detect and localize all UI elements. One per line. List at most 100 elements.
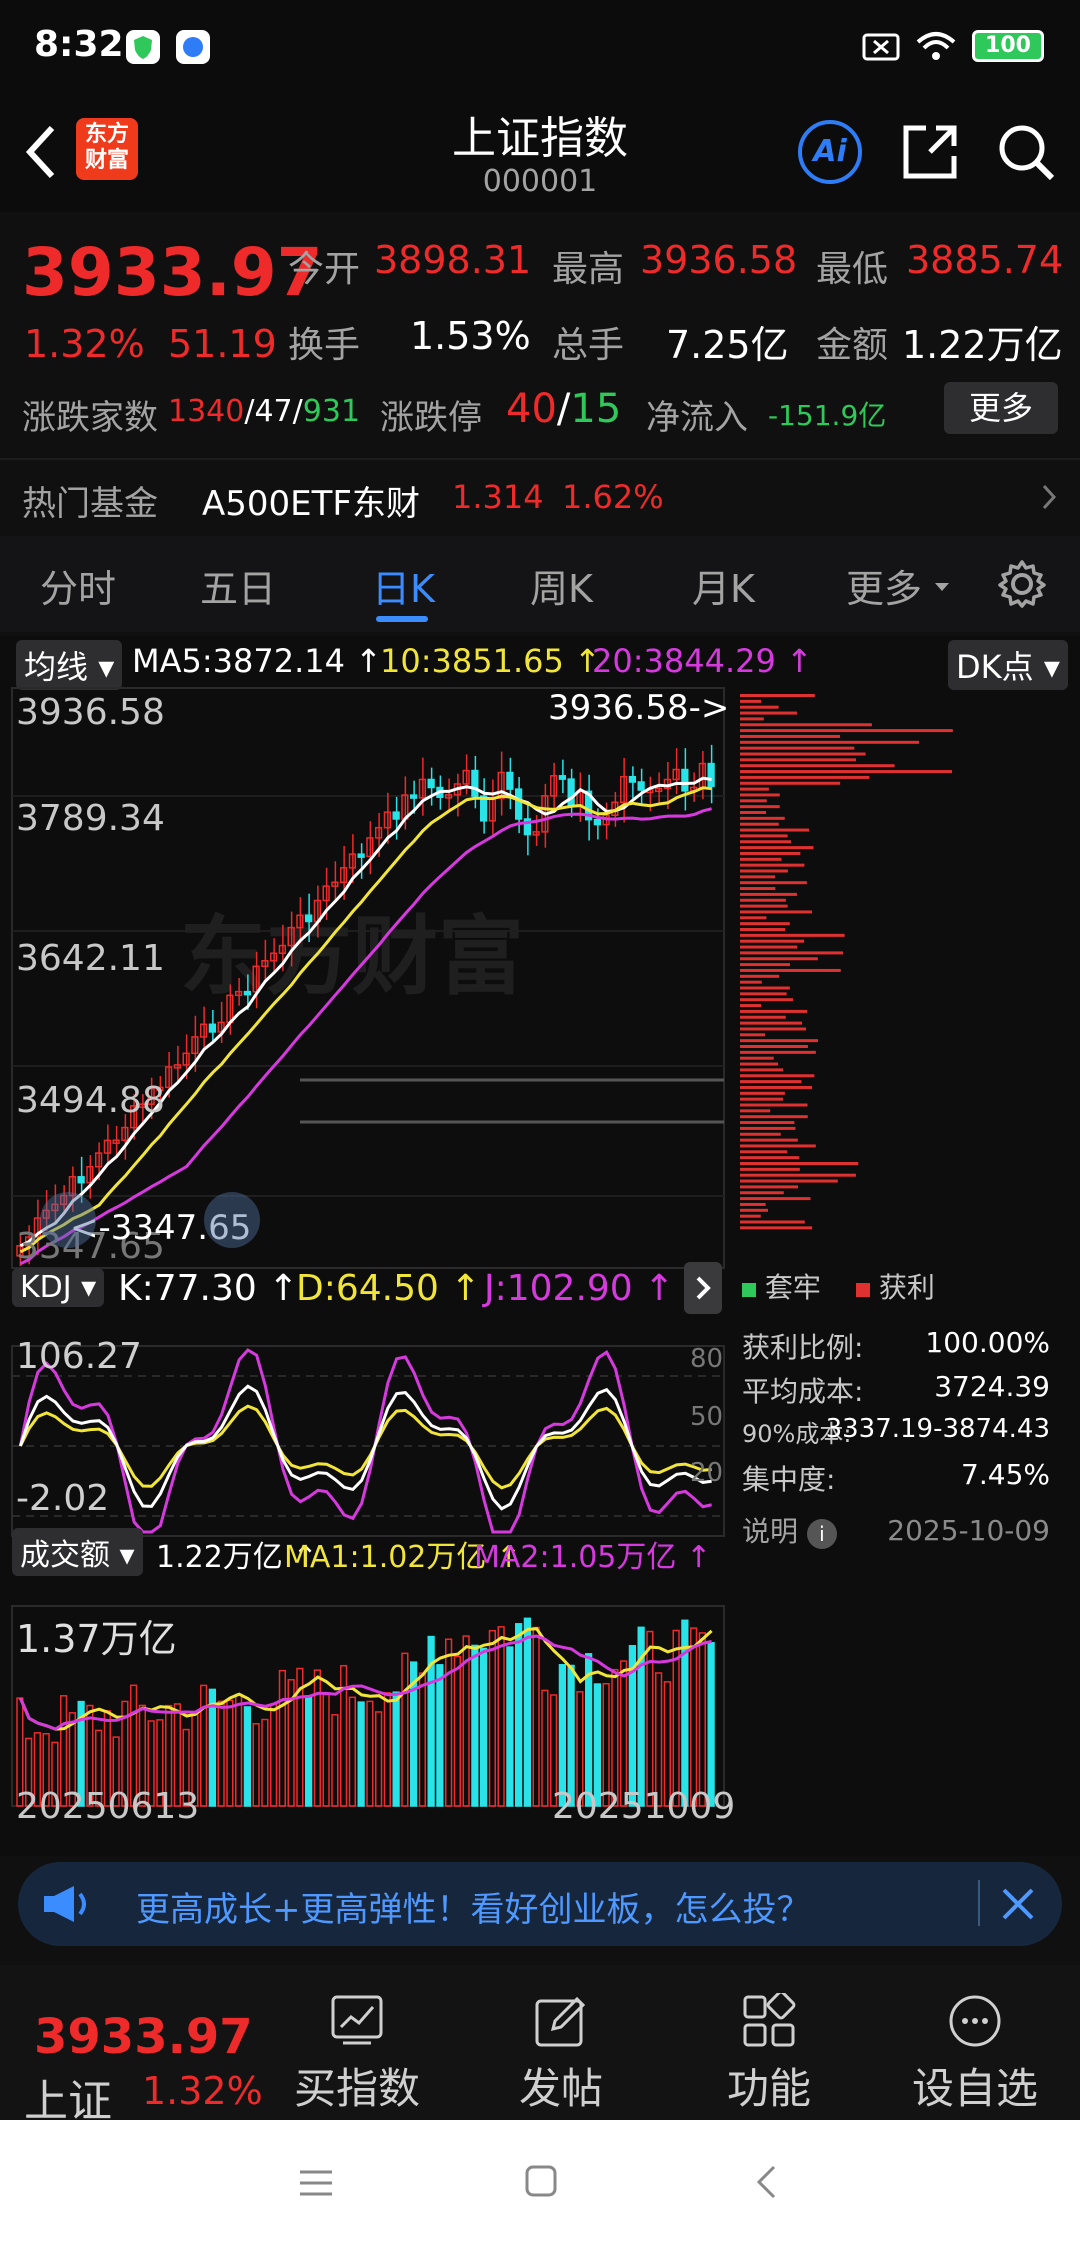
chip-bar: [740, 811, 767, 814]
system-nav-bar: [0, 2120, 1080, 2248]
chip-bar: [740, 799, 767, 803]
axis-label-3: 3642.11: [16, 938, 165, 979]
volume-bar: [200, 1684, 208, 1807]
kdj-selector[interactable]: KDJ ▾: [12, 1268, 105, 1307]
tab-weekly-k[interactable]: 周K: [530, 558, 593, 613]
more-dots-icon: [949, 1995, 1001, 2047]
bottom-pct: 1.32%: [142, 2069, 263, 2113]
inflow-label: 净流入: [646, 398, 748, 438]
chip-bar: [740, 1039, 818, 1043]
add-watchlist-button[interactable]: 设自选: [910, 1993, 1040, 2116]
chart-area: 均线 ▾ MA5:3872.14 ↑ 10:3851.65 ↑ 20:3844.…: [0, 636, 1080, 1856]
volume-bar: [261, 1718, 269, 1807]
chat-app-icon: [176, 30, 210, 64]
home-icon[interactable]: [524, 2164, 558, 2202]
chip-bar: [740, 1103, 808, 1107]
chip-bar: [740, 699, 762, 703]
chip-profit-ratio-label: 获利比例:: [742, 1331, 864, 1364]
tab-monthly-k[interactable]: 月K: [692, 558, 755, 613]
buy-index-button[interactable]: 买指数: [292, 1993, 422, 2116]
volume-bar: [243, 1706, 251, 1807]
quote-panel: 3933.97 1.32% 51.19 今开 3898.31 最高 3936.5…: [0, 214, 1080, 458]
expand-icon[interactable]: [40, 1192, 96, 1248]
tab-intraday[interactable]: 分时: [40, 558, 116, 613]
chart-tabs: 分时 五日 日K 周K 月K 更多: [0, 536, 1080, 632]
tab-daily-k[interactable]: 日K: [372, 558, 435, 613]
shield-app-icon: [126, 30, 160, 64]
chip-bar: [740, 933, 845, 937]
high-value: 3936.58: [640, 238, 798, 282]
chip-bar: [740, 705, 779, 709]
chip-bar: [740, 1121, 795, 1125]
battery-icon: 100: [972, 30, 1044, 62]
chip-bar: [740, 1167, 800, 1171]
volume-ma2: MA2:1.05万亿 ↑: [474, 1540, 712, 1575]
fullscreen-icon[interactable]: [204, 1192, 260, 1248]
volume-selector[interactable]: 成交额 ▾: [12, 1528, 143, 1576]
back-nav-icon[interactable]: [754, 2164, 778, 2204]
candle: [471, 769, 479, 797]
high-label: 最高: [552, 249, 625, 290]
chip-bar: [740, 957, 818, 961]
volume-bar: [313, 1669, 321, 1807]
volume-bar: [278, 1669, 286, 1807]
candle: [357, 853, 365, 858]
chip-bar: [740, 887, 776, 891]
volume-bar: [471, 1644, 479, 1807]
ai-button[interactable]: Ai: [798, 120, 862, 184]
chip-bar: [740, 1021, 803, 1025]
chip-bar: [740, 1162, 859, 1165]
search-icon[interactable]: [996, 122, 1056, 186]
candle: [208, 1023, 216, 1033]
kdj-next-button[interactable]: [684, 1262, 722, 1314]
chip-bar: [740, 729, 953, 733]
chip-bar: [740, 998, 793, 1002]
gear-icon[interactable]: [996, 558, 1048, 614]
info-icon: i: [806, 1519, 837, 1549]
chip-bar: [740, 1080, 802, 1084]
chip-note[interactable]: 说明 i: [742, 1510, 837, 1550]
chip-bar: [740, 723, 872, 727]
volume-bar: [418, 1672, 426, 1807]
functions-button[interactable]: 功能: [704, 1993, 834, 2116]
bottom-nav: 3933.97 上证 1.32% 买指数 发帖 功能 设自选: [0, 1965, 1080, 2127]
chip-bar: [740, 1191, 784, 1195]
banner-text: 更高成长+更高弹性！看好创业板，怎么投？: [136, 1890, 811, 1930]
volume-bar: [270, 1703, 278, 1807]
close-icon[interactable]: [998, 1884, 1038, 1928]
wifi-icon: [914, 28, 958, 68]
banner-divider: [978, 1880, 980, 1926]
chip-bar: [740, 787, 769, 791]
chip-bar: [740, 1208, 769, 1212]
low-value: 3885.74: [906, 238, 1064, 282]
menu-icon[interactable]: [298, 2168, 334, 2202]
axis-label-2: 3789.34: [16, 798, 165, 839]
chip-bar: [740, 816, 785, 820]
hot-fund-row[interactable]: 热门基金 A500ETF东财 1.314 1.62%: [0, 460, 1080, 534]
chip-bar: [740, 881, 807, 885]
promo-banner[interactable]: 更高成长+更高弹性！看好创业板，怎么投？: [18, 1862, 1062, 1946]
volume-value: 7.25亿: [666, 323, 789, 367]
more-button[interactable]: 更多: [944, 382, 1058, 434]
chip-bar: [740, 1085, 813, 1089]
chip-bar: [740, 1156, 800, 1160]
chip-bar: [740, 980, 762, 984]
amount-label: 金额: [816, 325, 889, 366]
chip-bar: [740, 1033, 766, 1037]
tab-five-day[interactable]: 五日: [200, 558, 276, 613]
volume-bar: [497, 1626, 505, 1807]
last-price: 3933.97: [22, 234, 323, 311]
chip-bar: [740, 770, 953, 774]
chip-bar: [740, 1015, 786, 1019]
candle: [515, 788, 523, 820]
chip-bar: [740, 910, 812, 914]
ma-selector[interactable]: 均线 ▾: [16, 640, 123, 690]
chip-bar: [740, 939, 805, 943]
post-button[interactable]: 发帖: [496, 1993, 626, 2116]
status-bar: 8:32 100: [0, 0, 1080, 92]
chip-bar: [740, 1126, 796, 1130]
volume-bar: [217, 1700, 225, 1807]
dk-point-button[interactable]: DK点 ▾: [948, 640, 1068, 690]
tab-more[interactable]: 更多: [846, 558, 922, 613]
share-icon[interactable]: [900, 122, 960, 186]
